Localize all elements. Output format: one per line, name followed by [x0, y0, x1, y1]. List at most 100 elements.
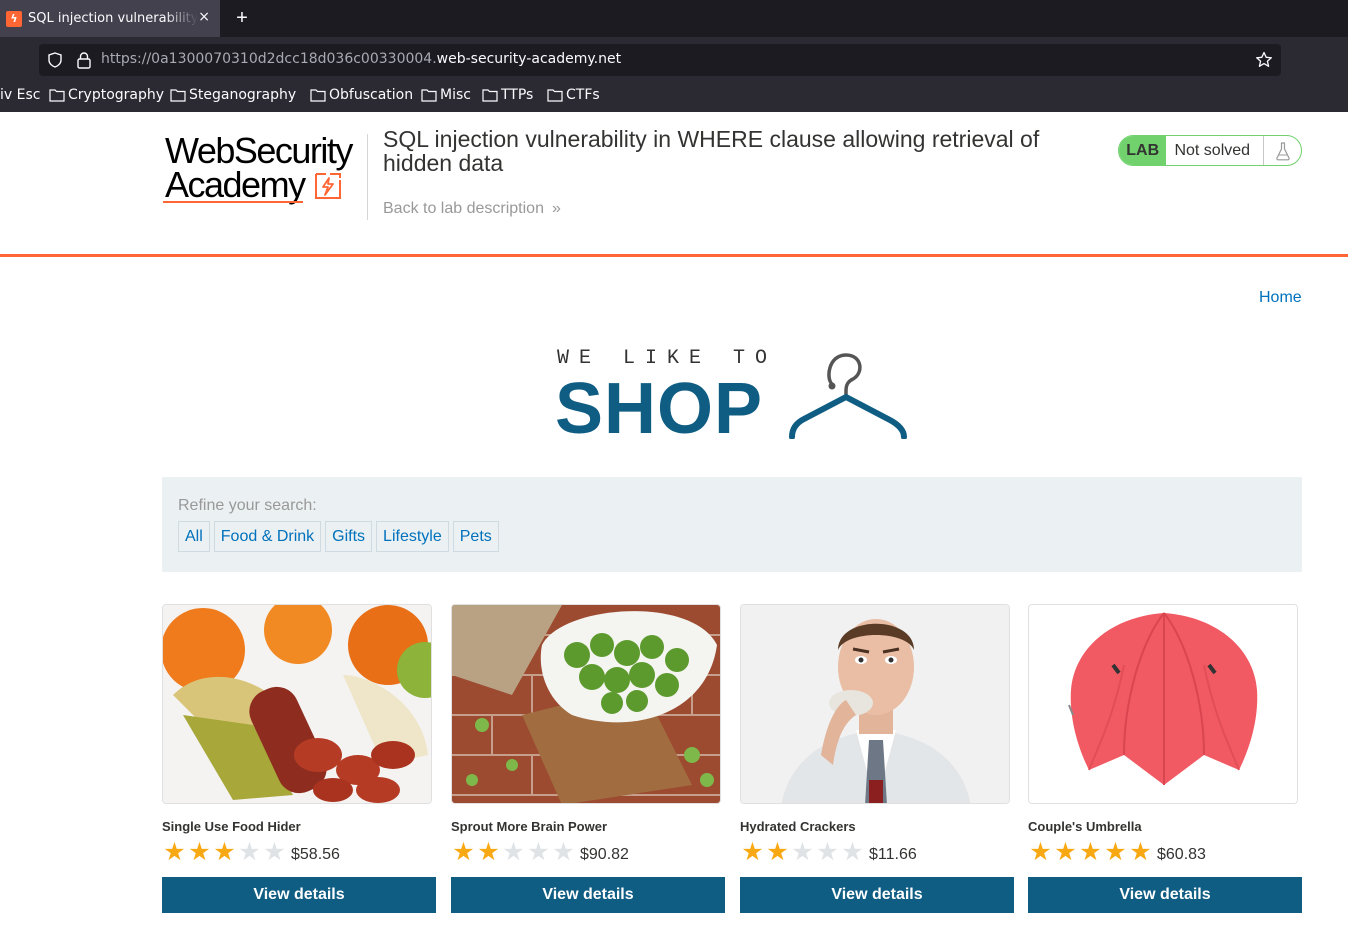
- product-card: Sprout More Brain Power ★ ★ ★ ★ ★ $90.82 Vie…: [451, 604, 725, 914]
- bookmarks-bar: iv Esc Cryptography Steganography Obfusc…: [0, 83, 1348, 112]
- star-icon: ★: [163, 838, 186, 866]
- category-filter-list: All Food & Drink Gifts Lifestyle Pets: [178, 521, 499, 552]
- star-icon: ★: [452, 838, 475, 866]
- back-to-lab-description-link[interactable]: Back to lab description »: [383, 200, 561, 218]
- star-icon: ★: [1104, 838, 1127, 866]
- refine-search-panel: Refine your search: All Food & Drink Gif…: [162, 477, 1302, 572]
- logo-underline: [163, 201, 303, 203]
- folder-icon: [170, 89, 186, 102]
- new-tab-button[interactable]: +: [232, 6, 252, 30]
- product-image-crackers[interactable]: [740, 604, 1010, 804]
- filter-gifts[interactable]: Gifts: [325, 521, 373, 552]
- lock-icon[interactable]: [76, 51, 92, 69]
- logo-line-2: Academy: [165, 164, 306, 205]
- view-details-button[interactable]: View details: [451, 877, 725, 913]
- filter-food-drink[interactable]: Food & Drink: [213, 521, 322, 552]
- bookmark-privesc[interactable]: iv Esc: [0, 87, 40, 103]
- star-icon: ★: [527, 838, 550, 866]
- filter-pets[interactable]: Pets: [452, 521, 499, 552]
- view-details-button[interactable]: View details: [162, 877, 436, 913]
- star-icon: ★: [766, 838, 789, 866]
- product-name: Couple's Umbrella: [1028, 819, 1142, 834]
- product-price: $58.56: [291, 845, 340, 863]
- bookmark-star-icon[interactable]: [1255, 51, 1273, 69]
- product-image-food-hider[interactable]: [162, 604, 432, 804]
- product-image-sprouts[interactable]: [451, 604, 721, 804]
- bookmark-label: CTFs: [566, 87, 600, 103]
- view-details-button[interactable]: View details: [1028, 877, 1302, 913]
- shop-logo: WE LIKE TO SHOP: [555, 345, 915, 449]
- product-rating: ★ ★ ★ ★ ★ $11.66: [740, 838, 917, 866]
- star-icon: ★: [1129, 838, 1152, 866]
- folder-icon: [547, 89, 563, 102]
- lightning-favicon-icon: ϟ: [6, 10, 22, 27]
- product-image-umbrella[interactable]: [1028, 604, 1298, 804]
- lab-header: WebSecurity Academy SQL injection vulner…: [0, 112, 1348, 257]
- tab-title: SQL injection vulnerability: [28, 11, 198, 26]
- browser-tab-bar: ϟ SQL injection vulnerability × +: [0, 0, 1348, 37]
- product-rating: ★ ★ ★ ★ ★ $60.83: [1028, 840, 1206, 865]
- filter-lifestyle[interactable]: Lifestyle: [376, 521, 449, 552]
- product-name: Hydrated Crackers: [740, 819, 856, 834]
- star-icon: ★: [188, 838, 211, 866]
- product-name: Sprout More Brain Power: [451, 819, 608, 834]
- bookmark-cryptography[interactable]: Cryptography: [49, 87, 164, 103]
- product-rating: ★ ★ ★ ★ ★ $90.82: [451, 840, 629, 865]
- lab-title: SQL injection vulnerability in WHERE cla…: [383, 126, 1040, 176]
- bookmark-misc[interactable]: Misc: [421, 87, 471, 103]
- bookmark-label: Obfuscation: [329, 87, 414, 103]
- shield-icon[interactable]: [47, 52, 63, 68]
- double-chevron-right-icon: »: [551, 200, 561, 217]
- browser-nav-bar: https://0a1300070310d2dcc18d036c00330004…: [0, 37, 1348, 83]
- url-text[interactable]: https://0a1300070310d2dcc18d036c00330004…: [101, 51, 621, 67]
- product-name: Single Use Food Hider: [162, 819, 301, 834]
- star-icon: ★: [1079, 838, 1102, 866]
- bookmark-label: iv Esc: [0, 87, 41, 103]
- header-divider: [367, 134, 368, 220]
- lab-badge: LAB: [1119, 136, 1167, 165]
- folder-icon: [310, 89, 326, 102]
- back-link-label: Back to lab description: [383, 200, 544, 217]
- star-icon: ★: [741, 838, 764, 866]
- home-link[interactable]: Home: [1259, 289, 1302, 307]
- star-icon: ★: [816, 838, 839, 866]
- tab-close-icon[interactable]: ×: [198, 9, 210, 25]
- star-icon: ★: [841, 838, 864, 866]
- product-grid: Single Use Food Hider ★ ★ ★ ★ ★ $58.56 View …: [162, 604, 1302, 924]
- star-icon: ★: [477, 838, 500, 866]
- clothes-hanger-icon: [789, 353, 907, 439]
- star-icon: ★: [552, 838, 575, 866]
- product-card: Hydrated Crackers ★ ★ ★ ★ ★ $11.66 View deta…: [740, 604, 1014, 914]
- star-icon: ★: [238, 838, 261, 866]
- folder-icon: [421, 89, 437, 102]
- bookmark-label: TTPs: [501, 87, 534, 103]
- product-card: Single Use Food Hider ★ ★ ★ ★ ★ $58.56 View …: [162, 604, 436, 914]
- browser-tab[interactable]: ϟ SQL injection vulnerability ×: [0, 0, 220, 37]
- bookmark-ttps[interactable]: TTPs: [482, 87, 533, 103]
- folder-icon: [482, 89, 498, 102]
- shop-logo-word: SHOP: [555, 369, 764, 449]
- star-icon: ★: [791, 838, 814, 866]
- product-price: $11.66: [869, 845, 917, 863]
- bookmark-steganography[interactable]: Steganography: [170, 87, 296, 103]
- bookmark-label: Misc: [440, 87, 471, 103]
- lab-status-text: Not solved: [1174, 141, 1251, 159]
- url-bar[interactable]: https://0a1300070310d2dcc18d036c00330004…: [39, 44, 1281, 76]
- star-icon: ★: [502, 838, 525, 866]
- bookmark-ctfs[interactable]: CTFs: [547, 87, 600, 103]
- url-prefix: https://0a1300070310d2dcc18d036c00330004…: [101, 51, 437, 67]
- refine-search-label: Refine your search:: [178, 497, 317, 514]
- product-price: $90.82: [580, 845, 629, 863]
- product-price: $60.83: [1157, 845, 1206, 863]
- shop-logo-tagline: WE LIKE TO: [557, 347, 778, 370]
- view-details-button[interactable]: View details: [740, 877, 1014, 913]
- bookmark-obfuscation[interactable]: Obfuscation: [310, 87, 413, 103]
- web-security-academy-logo[interactable]: WebSecurity Academy: [163, 132, 363, 207]
- product-card: Couple's Umbrella ★ ★ ★ ★ ★ $60.83 View deta…: [1028, 604, 1302, 914]
- product-rating: ★ ★ ★ ★ ★ $58.56: [162, 840, 340, 865]
- star-icon: ★: [263, 838, 286, 866]
- star-icon: ★: [213, 838, 236, 866]
- lab-status-widget: LAB Not solved: [1118, 135, 1302, 166]
- filter-all[interactable]: All: [178, 521, 210, 552]
- star-icon: ★: [1029, 838, 1052, 866]
